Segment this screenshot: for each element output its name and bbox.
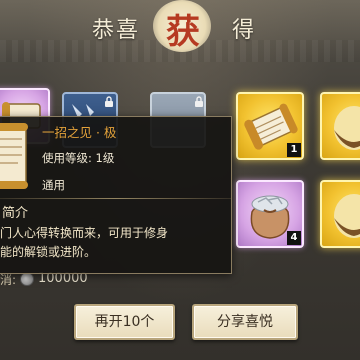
coin-icon bbox=[20, 272, 34, 286]
tooltip-divider bbox=[0, 198, 231, 199]
reward-card[interactable] bbox=[320, 92, 360, 160]
reward-screen: 恭喜 获 得 1 4 消: 100000 一招之见 · 极 使用等级: 1级 通… bbox=[0, 0, 360, 360]
reward-count: 1 bbox=[287, 143, 301, 157]
title-text-right: 得 bbox=[232, 18, 255, 43]
open-again-button[interactable]: 再开10个 bbox=[74, 304, 175, 340]
intro-line: 能的解锁或进阶。 bbox=[0, 245, 97, 259]
reward-card[interactable]: 1 bbox=[236, 92, 304, 160]
item-name: 一招之见 · 极 bbox=[42, 125, 117, 140]
intro-text: 门人心得转换而来，可用于修身 能的解锁或进阶。 bbox=[0, 224, 230, 262]
title-seal-char: 获 bbox=[166, 12, 200, 52]
lock-icon bbox=[105, 96, 113, 107]
item-type: 通用 bbox=[42, 178, 65, 192]
intro-heading: 简介 bbox=[2, 206, 29, 221]
scroll-icon bbox=[0, 123, 28, 189]
lock-icon bbox=[195, 96, 203, 107]
reward-card[interactable] bbox=[320, 180, 360, 248]
share-button[interactable]: 分享喜悦 bbox=[192, 304, 298, 340]
egg-icon bbox=[334, 194, 360, 238]
reward-count: 4 bbox=[287, 231, 301, 245]
title-text-left: 恭喜 bbox=[92, 18, 141, 43]
item-level-requirement: 使用等级: 1级 bbox=[42, 151, 115, 165]
intro-line: 门人心得转换而来，可用于修身 bbox=[0, 226, 169, 240]
egg-icon bbox=[334, 106, 360, 150]
reward-card[interactable]: 4 bbox=[236, 180, 304, 248]
